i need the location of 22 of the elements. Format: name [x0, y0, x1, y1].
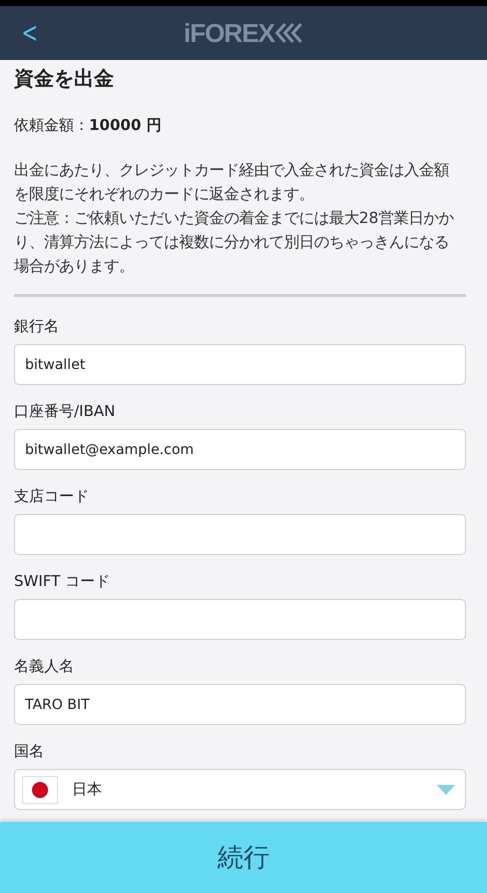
field-label: 銀行名 [14, 317, 60, 336]
page-title: 資金を出金 [14, 65, 115, 92]
notice-text: 出金にあたり、クレジットカード経由で入金された資金は入金額を限度にそれぞれのカードに返金されます。 [14, 160, 450, 205]
logo-text: iFOREX [184, 18, 274, 48]
back-button[interactable]: < [18, 18, 41, 48]
flag-icon [22, 776, 58, 804]
field-label: 支店コード [14, 487, 90, 506]
continue-button[interactable]: 続行 [0, 822, 487, 893]
field-label: 国名 [14, 742, 45, 761]
text-field[interactable] [14, 514, 466, 555]
text-field[interactable]: bitwallet@example.com [14, 429, 466, 470]
country-dropdown[interactable]: 日本 [14, 769, 466, 810]
caret-icon [437, 784, 455, 794]
field-label: 口座番号/IBAN [14, 402, 116, 421]
text-field[interactable]: TARO BIT [14, 684, 466, 725]
notice-text: ご注意：ご依頼いただいた資金の着金までには最大28営業日かかり、清算方法によっては複数に分かれて別日のちゃっきんになる場合があります。 [14, 208, 455, 277]
text-field[interactable]: bitwallet [14, 344, 466, 385]
field-label: SWIFT コード [14, 572, 112, 591]
chevrons-icon [275, 23, 304, 43]
amount-text: 依頼金額：10000 円 [14, 115, 162, 136]
text-field[interactable] [14, 599, 466, 640]
field-label: 名義人名 [14, 657, 75, 676]
